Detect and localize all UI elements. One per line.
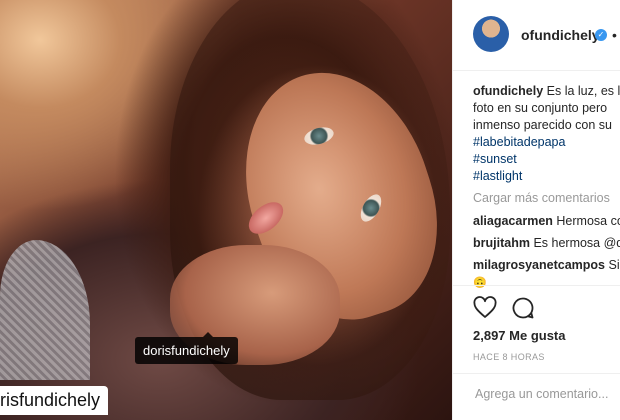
post-side-panel: ofundichely ✓ • ofundichely Es la luz, e… — [452, 0, 620, 420]
post-caption: ofundichely Es la luz, es la foto en su … — [473, 83, 620, 185]
comment-text: Hermosa co — [556, 214, 620, 228]
caption-line: ofundichely Es la luz, es la — [473, 83, 620, 100]
likes-count[interactable]: 2,897 Me gusta — [473, 328, 566, 343]
caption-text: inmenso parecido con su — [473, 118, 612, 132]
load-more-comments-link[interactable]: Cargar más comentarios — [473, 191, 610, 205]
comment-bubble-icon[interactable] — [511, 296, 535, 320]
caption-text: Es la luz, es la — [546, 84, 620, 98]
caption-username[interactable]: ofundichely — [473, 84, 543, 98]
comment-username[interactable]: brujitahm — [473, 236, 530, 250]
heart-icon[interactable] — [473, 296, 497, 320]
photo-user-tag[interactable]: dorisfundichely — [135, 332, 238, 364]
comment-item: brujitahm Es hermosa @d — [473, 236, 620, 250]
comment-item: aliagacarmen Hermosa co — [473, 214, 620, 228]
verified-badge-icon: ✓ — [595, 29, 607, 41]
comment-username[interactable]: milagrosyanetcampos — [473, 258, 605, 272]
post-header: ofundichely ✓ • — [453, 0, 620, 71]
add-comment-input[interactable] — [473, 386, 617, 402]
post-timestamp[interactable]: HACE 8 HORAS — [473, 352, 545, 362]
comment-item: milagrosyanetcampos Sii — [473, 258, 620, 272]
photo-lace-strap — [0, 240, 90, 380]
caption-text: foto en su conjunto pero — [473, 101, 608, 115]
header-separator: • — [612, 27, 617, 43]
add-comment-bar — [453, 373, 620, 420]
comment-text: Es hermosa @d — [533, 236, 620, 250]
comment-username[interactable]: aliagacarmen — [473, 214, 553, 228]
photo-caption-overlay: risfundichely — [0, 386, 109, 415]
avatar[interactable] — [473, 16, 509, 52]
hashtag-link[interactable]: #labebitadepapa — [473, 134, 620, 151]
comment-text: Sii — [608, 258, 620, 272]
post-username[interactable]: ofundichely — [521, 27, 600, 43]
hashtag-link[interactable]: #sunset — [473, 151, 620, 168]
post-photo[interactable]: dorisfundichely risfundichely — [0, 0, 452, 420]
hashtag-link[interactable]: #lastlight — [473, 168, 620, 185]
